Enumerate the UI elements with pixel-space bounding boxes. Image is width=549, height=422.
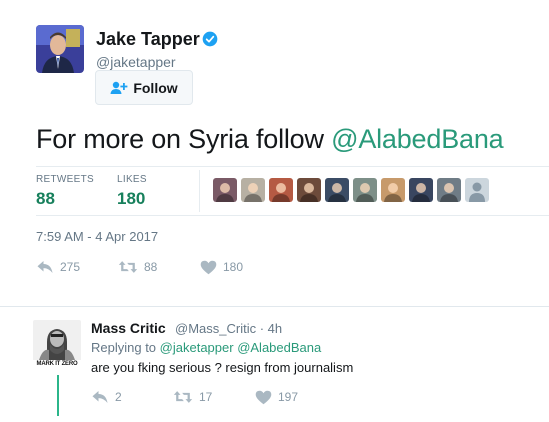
retweet-icon (173, 391, 193, 403)
reply-reply-button[interactable]: 2 (91, 389, 159, 405)
stats-separator (199, 170, 200, 212)
retweet-icon (118, 261, 138, 273)
thread-line (57, 375, 59, 416)
liker-avatar-1[interactable] (213, 178, 237, 202)
like-count: 180 (223, 260, 244, 274)
liker-avatar-3[interactable] (269, 178, 293, 202)
liker-avatar-9[interactable] (437, 178, 461, 202)
tweet-mention-link[interactable]: @AlabedBana (331, 124, 504, 154)
liker-avatar-8[interactable] (409, 178, 433, 202)
reply-author-handle[interactable]: @Mass_Critic · 4h (175, 321, 282, 336)
replying-to: Replying to @jaketapper @AlabedBana (91, 340, 321, 355)
follow-user-plus-icon (110, 81, 128, 94)
tweet-timestamp[interactable]: 7:59 AM - 4 Apr 2017 (36, 229, 158, 244)
liker-avatar-4[interactable] (297, 178, 321, 202)
likes-count: 180 (117, 189, 146, 208)
replying-mention-jaketapper[interactable]: @jaketapper (160, 340, 234, 355)
retweet-count: 88 (144, 260, 158, 274)
follow-label: Follow (133, 79, 178, 96)
retweet-button[interactable]: 88 (118, 259, 196, 275)
reply-retweet-count: 17 (199, 390, 213, 404)
replying-mention-alabedbana[interactable]: @AlabedBana (237, 340, 321, 355)
reply-actions: 2 17 197 (91, 389, 298, 405)
reply-icon (37, 261, 53, 273)
reply-avatar-caption: MARK IT ZERO (36, 361, 78, 367)
reply-retweet-button[interactable]: 17 (173, 389, 251, 405)
follow-button[interactable]: Follow (95, 70, 193, 105)
reply-icon (92, 391, 108, 403)
like-button[interactable]: 180 (200, 260, 243, 275)
liker-avatar-10[interactable] (465, 178, 489, 202)
retweets-stat[interactable]: RETWEETS 88 (36, 174, 94, 209)
author-handle[interactable]: @jaketapper (96, 54, 176, 70)
liker-avatar-5[interactable] (325, 178, 349, 202)
likes-stat[interactable]: LIKES 180 (117, 174, 147, 209)
reply-author-name[interactable]: Mass Critic (91, 320, 166, 336)
liker-avatar-7[interactable] (381, 178, 405, 202)
replying-to-label: Replying to (91, 340, 160, 355)
heart-icon (255, 390, 272, 404)
reply-reply-count: 2 (115, 390, 122, 404)
tweet-text-body: For more on Syria follow (36, 124, 332, 154)
retweets-count: 88 (36, 189, 55, 208)
reply-like-count: 197 (278, 390, 299, 404)
reply-button[interactable]: 275 (36, 259, 104, 275)
liker-avatar-6[interactable] (353, 178, 377, 202)
liker-avatar-2[interactable] (241, 178, 265, 202)
retweets-label: RETWEETS (36, 174, 94, 185)
stats-top-divider (36, 166, 549, 167)
stats-bottom-divider (36, 215, 549, 216)
tweet-actions: 275 88 180 (36, 259, 243, 275)
reply-count: 275 (60, 260, 81, 274)
reply-like-button[interactable]: 197 (255, 390, 298, 405)
reply-author-avatar[interactable]: MARK IT ZERO (33, 320, 81, 368)
author-avatar[interactable] (36, 25, 84, 73)
liker-avatars (213, 178, 489, 202)
reply-text: are you fking serious ? resign from jour… (91, 360, 354, 375)
heart-icon (200, 260, 217, 274)
tweet-text: For more on Syria follow @AlabedBana (36, 124, 504, 155)
author-name[interactable]: Jake Tapper (96, 29, 200, 50)
verified-badge-icon (202, 31, 218, 47)
tweet-reply-separator (0, 306, 549, 307)
likes-label: LIKES (117, 174, 147, 185)
